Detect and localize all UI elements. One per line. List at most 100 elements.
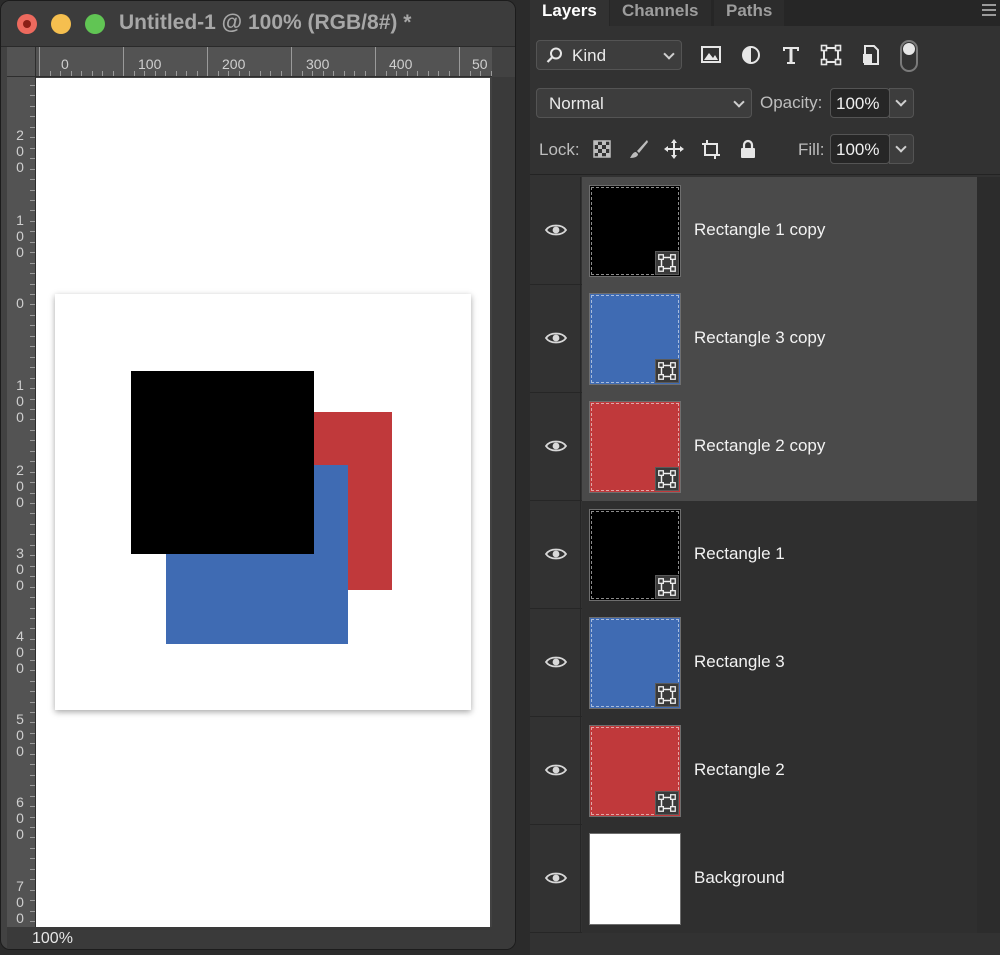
eye-icon[interactable] (544, 547, 568, 561)
ruler-tick (270, 71, 271, 76)
layer-thumbnail[interactable] (589, 401, 681, 493)
layer-body[interactable]: Rectangle 2 (582, 717, 977, 825)
eye-icon[interactable] (544, 439, 568, 453)
layer-row[interactable]: Rectangle 3 (530, 609, 1000, 717)
document-canvas[interactable] (36, 78, 490, 927)
opacity-input[interactable]: 100% (830, 88, 890, 118)
panel-menu-icon[interactable] (982, 4, 996, 19)
zoom-level[interactable]: 100% (32, 930, 73, 948)
shape-layer-badge-icon (655, 359, 679, 383)
ruler-tick (30, 179, 35, 181)
fill-slider-button[interactable] (889, 134, 914, 164)
ruler-tick (30, 137, 35, 139)
type-layer-filter-icon[interactable] (780, 44, 802, 66)
document-title: Untitled-1 @ 100% (RGB/8#) * (119, 11, 412, 34)
ruler-tick (364, 71, 366, 76)
zoom-window-button[interactable] (85, 14, 105, 34)
blend-mode-dropdown[interactable]: Normal (536, 88, 752, 118)
eye-icon[interactable] (544, 331, 568, 345)
eye-icon[interactable] (544, 871, 568, 885)
fill-input[interactable]: 100% (830, 134, 890, 164)
layer-name[interactable]: Rectangle 1 copy (694, 220, 825, 240)
smart-object-filter-icon[interactable] (860, 44, 882, 66)
filter-toggle-switch[interactable] (900, 40, 918, 72)
layer-name[interactable]: Rectangle 2 (694, 760, 785, 780)
lock-transparent-pixels-icon[interactable] (591, 138, 613, 160)
layer-row[interactable]: Rectangle 2 copy (530, 393, 1000, 501)
opacity-slider-button[interactable] (889, 88, 914, 118)
layer-thumbnail[interactable] (589, 185, 681, 277)
layer-name[interactable]: Rectangle 3 copy (694, 328, 825, 348)
eye-icon[interactable] (544, 763, 568, 777)
adjustment-layer-filter-icon[interactable] (740, 44, 762, 66)
ruler-tick (30, 670, 35, 672)
ruler-tick (301, 71, 303, 76)
layer-name[interactable]: Rectangle 1 (694, 544, 785, 564)
visibility-toggle[interactable] (530, 609, 581, 717)
ruler-tick (30, 377, 35, 379)
ruler-tick (30, 304, 35, 306)
eye-icon[interactable] (544, 655, 568, 669)
shape-layer-filter-icon[interactable] (820, 44, 842, 66)
layer-body[interactable]: Rectangle 1 copy (582, 177, 977, 285)
tab-channels[interactable]: Channels (610, 0, 711, 26)
ruler-tick (30, 753, 35, 755)
layer-row[interactable]: Rectangle 1 (530, 501, 1000, 609)
layer-row[interactable]: Rectangle 3 copy (530, 285, 1000, 393)
layer-thumbnail[interactable] (589, 617, 681, 709)
layer-thumbnail[interactable] (589, 725, 681, 817)
title-bar[interactable]: Untitled-1 @ 100% (RGB/8#) * (1, 1, 515, 47)
ruler-origin[interactable] (7, 47, 36, 77)
visibility-toggle[interactable] (530, 717, 581, 825)
close-window-button[interactable] (17, 14, 37, 34)
horizontal-ruler[interactable]: 0 100 200 300 400 50 (36, 47, 492, 77)
layer-row-gutter (977, 177, 1000, 285)
visibility-toggle[interactable] (530, 177, 581, 285)
ruler-h-label: 200 (222, 56, 246, 72)
vertical-scroll-area[interactable] (492, 77, 515, 927)
lock-all-icon[interactable] (737, 138, 759, 160)
layer-name[interactable]: Rectangle 3 (694, 652, 785, 672)
tab-layers[interactable]: Layers (530, 0, 609, 26)
lock-position-icon[interactable] (663, 138, 685, 160)
layer-body[interactable]: Rectangle 2 copy (582, 393, 977, 501)
layer-thumbnail[interactable] (589, 293, 681, 385)
ruler-tick (30, 335, 35, 337)
layer-thumbnail[interactable] (589, 509, 681, 601)
ruler-tick (249, 71, 250, 76)
layer-body[interactable]: Background (582, 825, 999, 933)
layer-row[interactable]: Rectangle 1 copy (530, 177, 1000, 285)
layer-thumbnail[interactable] (589, 833, 681, 925)
visibility-toggle[interactable] (530, 285, 581, 393)
lock-image-pixels-icon[interactable] (628, 138, 650, 160)
layer-name[interactable]: Background (694, 868, 785, 888)
ruler-tick (30, 607, 35, 609)
tab-paths[interactable]: Paths (714, 0, 785, 26)
ruler-v-label: 1 0 0 (16, 377, 24, 425)
pixel-layer-filter-icon[interactable] (700, 44, 722, 66)
ruler-tick (30, 774, 35, 776)
chevron-down-icon (895, 141, 907, 153)
visibility-toggle[interactable] (530, 501, 581, 609)
lock-artboard-icon[interactable] (700, 138, 722, 160)
ruler-tick (30, 628, 35, 630)
layer-row[interactable]: Rectangle 2 (530, 717, 1000, 825)
layer-name[interactable]: Rectangle 2 copy (694, 436, 825, 456)
minimize-window-button[interactable] (51, 14, 71, 34)
black-rectangle-shape[interactable] (131, 371, 314, 554)
ruler-tick (144, 71, 145, 76)
layer-body[interactable]: Rectangle 3 copy (582, 285, 977, 393)
ruler-tick (30, 837, 35, 839)
visibility-toggle[interactable] (530, 393, 581, 501)
lock-row: Lock: Fill: 100% (530, 132, 1000, 166)
layer-row[interactable]: Background (530, 825, 1000, 933)
ruler-tick (81, 71, 82, 76)
vertical-ruler[interactable]: 2 0 0 1 0 0 0 1 0 0 2 0 0 3 0 0 4 0 0 5 0 0 6 0 … (7, 77, 36, 927)
eye-icon[interactable] (544, 223, 568, 237)
ruler-tick (30, 398, 35, 400)
ruler-tick (30, 116, 35, 118)
layer-body[interactable]: Rectangle 3 (582, 609, 977, 717)
visibility-toggle[interactable] (530, 825, 581, 933)
filter-kind-dropdown[interactable]: Kind (536, 40, 682, 70)
layer-body[interactable]: Rectangle 1 (582, 501, 977, 609)
